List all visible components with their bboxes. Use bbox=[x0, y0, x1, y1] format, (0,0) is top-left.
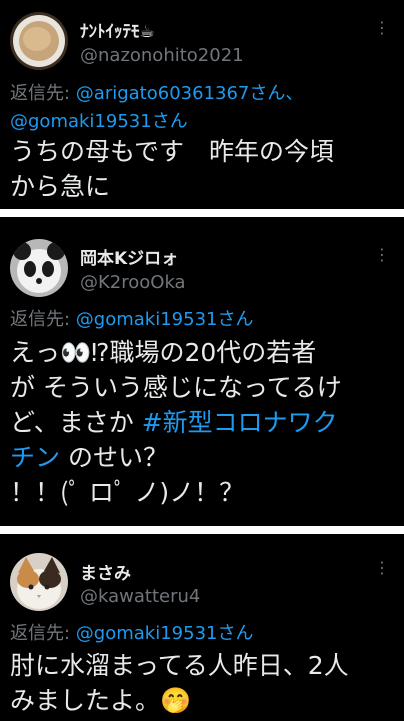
separator bbox=[0, 209, 404, 217]
reply-prefix: 返信先: bbox=[10, 623, 76, 644]
display-name[interactable]: 岡本Kジロォ bbox=[80, 244, 178, 269]
display-name[interactable]: まさみ bbox=[80, 559, 131, 584]
more-options-icon[interactable]: ⋮ bbox=[372, 558, 392, 578]
tweet-text-line: から急に bbox=[10, 172, 111, 201]
hashtag-link-continued[interactable]: チン bbox=[10, 443, 60, 472]
reply-mention-gomaki[interactable]: @gomaki19531さん bbox=[10, 111, 188, 132]
tweet-text: えっ👀⁉職場の20代の若者 が そういう感じになってるけ ど、まさか #新型コロ… bbox=[10, 335, 398, 510]
reply-mention-gomaki[interactable]: @gomaki19531さん bbox=[76, 623, 254, 644]
reply-context: 返信先: @gomaki19531さん bbox=[10, 620, 396, 648]
tweet-text-line: うちの母もです 昨年の今頃 bbox=[10, 137, 335, 166]
cat-avatar-icon bbox=[10, 553, 68, 611]
tweet-text: 肘に水溜まってる人昨日、2人 みましたよ。🤭 bbox=[10, 648, 398, 718]
handle[interactable]: @K2rooOka bbox=[80, 272, 186, 293]
tweet-text-line: えっ👀⁉職場の20代の若者 bbox=[10, 338, 317, 367]
reply-context: 返信先: @gomaki19531さん bbox=[10, 306, 396, 334]
hashtag-link[interactable]: #新型コロナワク bbox=[142, 408, 338, 437]
panda-avatar-icon bbox=[10, 239, 68, 297]
reply-mention-arigato[interactable]: @arigato60361367さん、 bbox=[76, 83, 304, 104]
tweet-text: うちの母もです 昨年の今頃 から急に bbox=[10, 134, 398, 204]
tweet-text-line: チン のせい？ bbox=[10, 443, 168, 472]
tweet-2[interactable]: 岡本Kジロォ @K2rooOka ⋮ 返信先: @gomaki19531さん え… bbox=[0, 217, 404, 526]
coffee-cup-avatar-icon bbox=[10, 12, 68, 70]
avatar-kawatteru[interactable] bbox=[10, 553, 68, 611]
tweet-text-line: ！！(ﾟ ロﾟ ノ)ノ！？ bbox=[10, 478, 245, 507]
reply-mention-gomaki[interactable]: @gomaki19531さん bbox=[76, 309, 254, 330]
display-name[interactable]: ﾅﾝﾄｲｯﾃﾓ☕ bbox=[80, 17, 155, 42]
tweet-3[interactable]: まさみ @kawatteru4 ⋮ 返信先: @gomaki19531さん 肘に… bbox=[0, 534, 404, 721]
tweet-text-line: が そういう感じになってるけ bbox=[10, 373, 342, 402]
more-options-icon[interactable]: ⋮ bbox=[372, 18, 392, 38]
handle[interactable]: @kawatteru4 bbox=[80, 586, 200, 607]
reply-context: 返信先: @arigato60361367さん、 @gomaki19531さん bbox=[10, 80, 396, 136]
avatar-nazonohito[interactable] bbox=[10, 12, 68, 70]
tweet-text-line: みましたよ。🤭 bbox=[10, 686, 192, 715]
more-options-icon[interactable]: ⋮ bbox=[372, 245, 392, 265]
tweet-1[interactable]: ﾅﾝﾄｲｯﾃﾓ☕ @nazonohito2021 ⋮ 返信先: @arigato… bbox=[0, 0, 404, 208]
tweet-text-line: 肘に水溜まってる人昨日、2人 bbox=[10, 651, 349, 680]
handle[interactable]: @nazonohito2021 bbox=[80, 45, 244, 66]
reply-prefix: 返信先: bbox=[10, 309, 76, 330]
avatar-k2roooka[interactable] bbox=[10, 239, 68, 297]
reply-prefix: 返信先: bbox=[10, 83, 76, 104]
separator bbox=[0, 526, 404, 534]
tweet-text-line: ど、まさか #新型コロナワク bbox=[10, 408, 338, 437]
